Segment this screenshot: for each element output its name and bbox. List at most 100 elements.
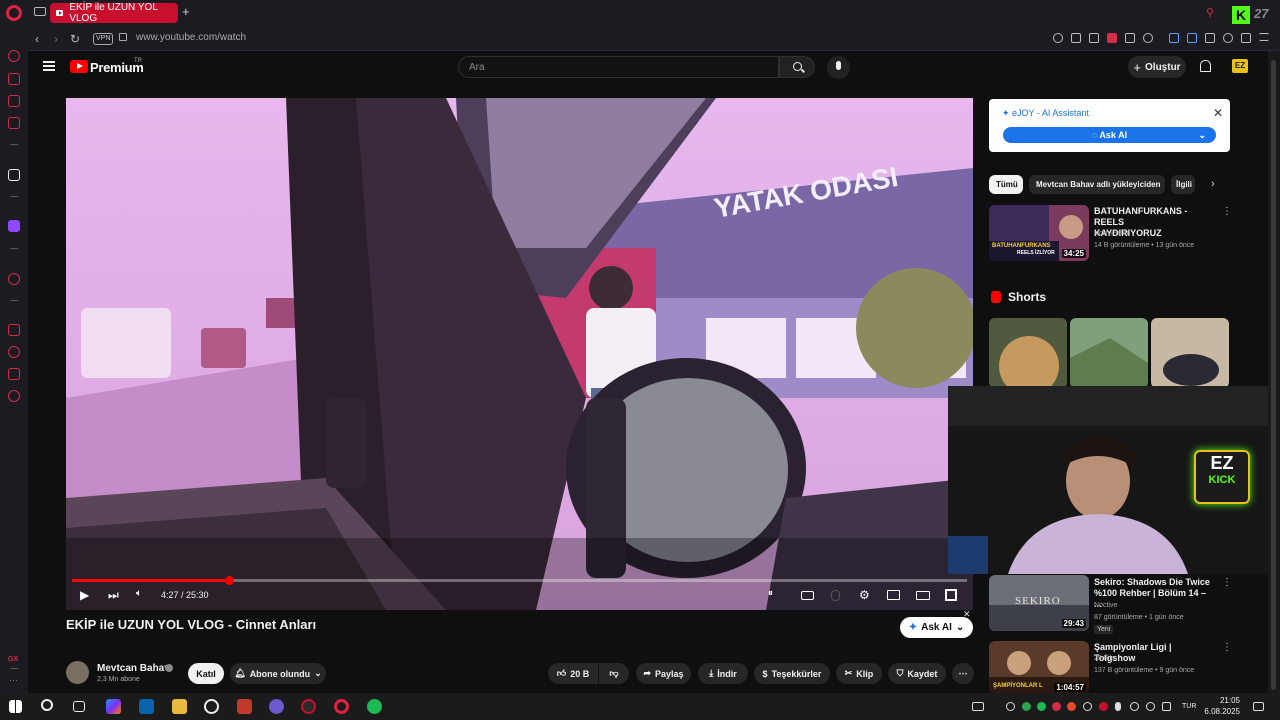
back-icon[interactable]: ‹	[35, 32, 39, 46]
chevron-right-icon[interactable]: ›	[1211, 178, 1215, 190]
player-icon[interactable]	[8, 273, 20, 285]
miniplayer-icon[interactable]	[887, 590, 900, 600]
volume-tray-icon[interactable]	[1146, 702, 1155, 711]
more-icon[interactable]: ···	[9, 675, 18, 685]
search-tabs-icon[interactable]: ⚲	[1206, 6, 1214, 19]
download-icon[interactable]	[1241, 33, 1251, 43]
task-view-icon[interactable]	[73, 701, 85, 712]
next-icon[interactable]: ⏭	[108, 588, 119, 603]
channel-name[interactable]: Mevtcan Bahav	[97, 663, 170, 674]
language-indicator[interactable]: TUR	[1182, 703, 1196, 710]
chip-from-uploader[interactable]: Mevtcan Bahav adlı yükleyiciden	[1029, 175, 1165, 194]
recommendation-thumbnail[interactable]: BATUHANFURKANS REELS İZLİYOR 34:25	[989, 205, 1089, 261]
taskbar-clock[interactable]: 21:05 6.08.2025	[1200, 695, 1240, 717]
menu-icon[interactable]	[1259, 33, 1269, 41]
lock-icon[interactable]	[119, 33, 127, 41]
tray-icon[interactable]	[1022, 702, 1031, 711]
recommendation-channel[interactable]: Noctive	[1094, 602, 1117, 609]
tray-icon[interactable]	[1006, 702, 1015, 711]
channel-avatar[interactable]	[66, 661, 89, 684]
pin-icon[interactable]	[1071, 33, 1081, 43]
forward-icon[interactable]: ›	[54, 32, 58, 46]
subscribed-button[interactable]: 🔔︎ Abone olundu ⌄	[230, 663, 326, 684]
ask-ai-button[interactable]: ✦ Ask AI ⌄	[900, 617, 973, 638]
like-button[interactable]: 👍︎ 20 B	[548, 663, 598, 684]
opera-gx-taskbar-icon[interactable]	[301, 699, 316, 714]
video-scrubber-handle[interactable]	[224, 576, 234, 585]
dislike-button[interactable]: 👎︎	[599, 663, 629, 684]
short-thumbnail[interactable]	[989, 318, 1067, 388]
heart-icon[interactable]	[1143, 33, 1153, 43]
shopping-icon[interactable]	[8, 73, 20, 85]
clip-button[interactable]: ✂ Klip	[836, 663, 882, 684]
opera-taskbar-icon[interactable]	[334, 699, 349, 714]
search-icon[interactable]	[41, 699, 53, 711]
messenger-icon[interactable]	[8, 95, 20, 107]
tab-switcher-icon[interactable]	[34, 7, 46, 16]
app-icon[interactable]	[204, 699, 219, 714]
voice-search-icon[interactable]	[827, 56, 850, 79]
extensions-sidebar-icon[interactable]	[8, 368, 20, 380]
miniplayer-mic-icon[interactable]	[831, 590, 840, 601]
url-field[interactable]: www.youtube.com/watch	[136, 32, 246, 43]
history-icon[interactable]	[8, 324, 20, 336]
settings-icon[interactable]	[8, 390, 20, 402]
file-explorer-icon[interactable]	[172, 699, 187, 714]
tray-icon[interactable]	[1083, 702, 1092, 711]
tray-icon[interactable]	[1067, 702, 1076, 711]
battery-icon[interactable]	[1162, 702, 1171, 711]
media-app-icon[interactable]	[237, 699, 252, 714]
autoplay-toggle-icon[interactable]: ⏸︎	[768, 588, 773, 599]
network-icon[interactable]	[1130, 702, 1139, 711]
gx-icon[interactable]: GX	[8, 656, 18, 663]
extensions-icon[interactable]	[1205, 33, 1215, 43]
ejoy-extension-icon[interactable]	[1169, 33, 1179, 43]
tray-icon[interactable]	[1037, 702, 1046, 711]
tray-icon[interactable]	[1099, 702, 1108, 711]
notification-center-icon[interactable]	[1253, 702, 1264, 711]
share-button[interactable]: ➦ Paylaş	[636, 663, 691, 684]
mic-tray-icon[interactable]	[1115, 702, 1121, 711]
ejoy-ask-ai-button[interactable]: ◌ Ask AI ⌄	[1003, 127, 1216, 143]
short-thumbnail[interactable]	[1151, 318, 1229, 388]
video-progress-bar[interactable]	[72, 576, 967, 585]
play-icon[interactable]: ▶	[80, 588, 89, 602]
aria-icon[interactable]	[8, 50, 20, 62]
keyboard-icon[interactable]	[972, 702, 984, 711]
chip-related[interactable]: İlgili	[1171, 175, 1195, 194]
search-button[interactable]	[779, 56, 815, 78]
volume-icon[interactable]: 🔈︎	[136, 588, 142, 599]
reload-icon[interactable]: ↻	[70, 32, 80, 46]
clock-icon[interactable]	[8, 346, 20, 358]
chip-all[interactable]: Tümü	[989, 175, 1023, 194]
windows-start-icon[interactable]	[9, 700, 22, 713]
shield-icon[interactable]	[1107, 33, 1117, 43]
create-button[interactable]: + Oluştur	[1128, 56, 1186, 78]
vpn-badge[interactable]: VPN	[93, 33, 114, 45]
tiktok-icon[interactable]	[8, 169, 20, 181]
obs-icon[interactable]	[269, 699, 284, 714]
download-button[interactable]: ⤓ İndir	[698, 663, 748, 684]
search-input[interactable]	[458, 56, 779, 78]
new-tab-button[interactable]: +	[182, 4, 190, 19]
video-player[interactable]: YATAK ODASI	[66, 98, 973, 610]
more-vert-icon[interactable]: ⋮	[1222, 577, 1232, 588]
snapshot-icon[interactable]	[1089, 33, 1099, 43]
opera-icon[interactable]	[6, 5, 22, 21]
guide-menu-icon[interactable]	[43, 61, 55, 71]
browser-tab-active[interactable]: EKİP ile UZUN YOL VLOG	[50, 2, 178, 24]
short-thumbnail[interactable]	[1070, 318, 1148, 388]
youtube-logo-icon[interactable]	[70, 60, 88, 73]
outlook-icon[interactable]	[139, 699, 154, 714]
save-button[interactable]: ⛉ Kaydet	[888, 663, 946, 684]
thanks-button[interactable]: $ Teşekkürler	[754, 663, 830, 684]
theater-mode-icon[interactable]	[916, 591, 930, 600]
more-vert-icon[interactable]: ⋮	[1222, 642, 1232, 653]
close-icon[interactable]: ✕	[1213, 106, 1223, 120]
fullscreen-icon[interactable]	[945, 589, 957, 601]
notifications-icon[interactable]	[1200, 60, 1211, 72]
recommendation-thumbnail[interactable]: SEKIRO 29:43	[989, 575, 1089, 631]
spotify-icon[interactable]	[367, 699, 382, 714]
settings-gear-icon[interactable]: ⚙	[859, 588, 870, 602]
recommendation-channel[interactable]: kickmeister	[1094, 230, 1129, 237]
